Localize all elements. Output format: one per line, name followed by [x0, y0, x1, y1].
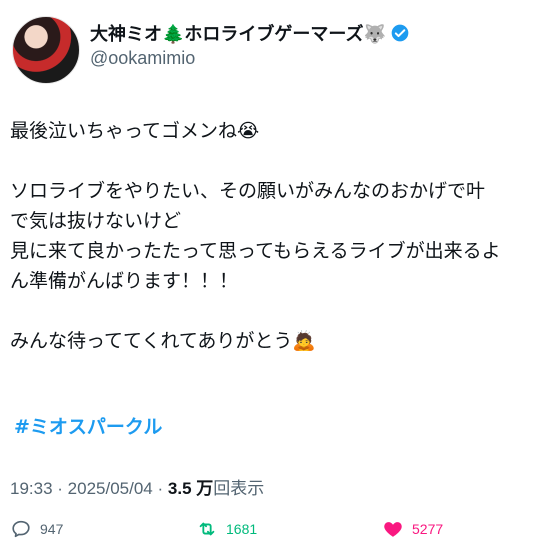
tweet-line: 見に来て良かったたって思ってもらえるライブが出来るよ: [10, 240, 501, 262]
views-label: 回表示: [213, 479, 265, 498]
retweet-icon: [199, 522, 215, 536]
views-count: 3.5 万: [167, 479, 214, 498]
meta-separator: ·: [157, 479, 168, 498]
line-break: [10, 296, 558, 326]
tweet-line: ソロライブをやりたい、その願いがみんなのおかげで叶: [10, 180, 486, 202]
avatar[interactable]: [12, 16, 80, 84]
tweet-meta: 19:33 · 2025/05/04 · 3.5 万回表示: [10, 474, 264, 499]
tweet-line: 最後泣いちゃってゴメンね😭: [10, 120, 260, 142]
display-name[interactable]: 大神ミオ🌲ホロライブゲーマーズ🐺: [90, 20, 386, 46]
tweet-line: で気は抜けないけど: [10, 210, 182, 232]
tweet-date[interactable]: 2025/05/04: [68, 479, 153, 498]
tweet-time[interactable]: 19:33: [10, 479, 53, 498]
like-button[interactable]: 5277: [382, 518, 443, 540]
retweet-count: 1681: [226, 521, 258, 537]
line-break: [10, 146, 558, 176]
reply-count: 947: [40, 521, 64, 537]
retweet-button[interactable]: 1681: [196, 518, 257, 540]
heart-icon: [384, 522, 402, 537]
user-handle[interactable]: @ookamimio: [90, 48, 195, 69]
display-name-row[interactable]: 大神ミオ🌲ホロライブゲーマーズ🐺: [90, 20, 410, 46]
reply-button[interactable]: 947: [10, 518, 63, 540]
meta-separator: ·: [57, 479, 68, 498]
reply-icon: [12, 520, 30, 538]
verified-badge-icon: [391, 24, 409, 42]
tweet-header: 大神ミオ🌲ホロライブゲーマーズ🐺 @ookamimio: [8, 8, 552, 84]
action-bar: 947 1681 5277: [0, 514, 560, 550]
tweet-line: ん準備がんばります！！！: [10, 270, 239, 292]
like-count: 5277: [412, 521, 444, 537]
tweet-line: みんな待っててくれてありがとう🙇: [10, 330, 316, 352]
hashtag-link[interactable]: #ミオスパークル: [14, 412, 162, 439]
tweet-text: 最後泣いちゃってゴメンね😭 ソロライブをやりたい、その願いがみんなのおかげで叶 …: [10, 116, 558, 356]
